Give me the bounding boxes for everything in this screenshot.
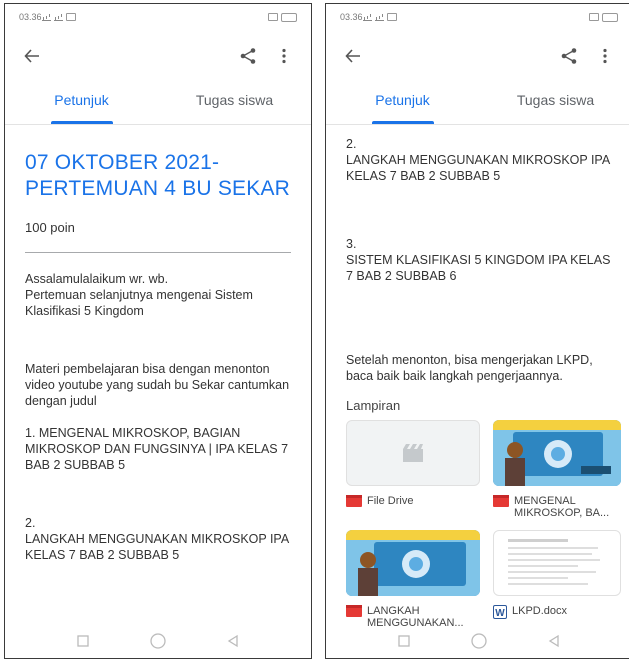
battery-icon: [602, 12, 618, 22]
back-arrow-icon[interactable]: [340, 43, 366, 69]
attachment-lkpd-docx[interactable]: W LKPD.docx: [493, 530, 621, 619]
status-bar: 03.36: [326, 4, 629, 30]
assignment-content: 07 OKTOBER 2021-PERTEMUAN 4 BU SEKAR 100…: [25, 150, 301, 563]
youtube-icon: [493, 495, 509, 507]
instruction-paragraph: Materi pembelajaran bisa dengan menonton…: [25, 362, 290, 408]
video-thumbnail: [493, 420, 621, 486]
signal-icon: [53, 13, 63, 21]
system-nav-bar: [326, 624, 629, 658]
attachment-video-mengenal-mikroskop[interactable]: MENGENAL MIKROSKOP, BA...: [493, 420, 621, 519]
attachment-file-drive[interactable]: File Drive: [346, 420, 480, 507]
tab-tugas-siswa[interactable]: Tugas siswa: [158, 88, 311, 124]
attachment-label: File Drive: [367, 495, 414, 507]
instruction-paragraph: 1. MENGENAL MIKROSKOP, BAGIAN MIKROSKOP …: [25, 426, 289, 472]
instruction-paragraph: Setelah menonton, bisa mengerjakan LKPD,…: [346, 353, 593, 383]
signal-icon: [374, 13, 384, 21]
share-icon[interactable]: [235, 43, 261, 69]
notification-icon: [386, 13, 397, 21]
tab-petunjuk[interactable]: Petunjuk: [5, 88, 158, 124]
tab-petunjuk[interactable]: Petunjuk: [326, 88, 479, 124]
status-time: 03.36: [19, 12, 42, 22]
back-arrow-icon[interactable]: [19, 43, 45, 69]
clapper-icon: [403, 444, 423, 462]
battery-icon: [281, 12, 297, 22]
alarm-icon: [589, 13, 599, 21]
tab-tugas-siswa[interactable]: Tugas siswa: [479, 88, 629, 124]
signal-icon: [362, 13, 372, 21]
home-icon[interactable]: [466, 628, 492, 654]
tab-bar: Petunjuk Tugas siswa: [326, 88, 629, 125]
document-thumbnail: [493, 530, 621, 596]
status-time: 03.36: [340, 12, 363, 22]
status-bar: 03.36: [5, 4, 311, 30]
instruction-paragraph: Assalamulalaikum wr. wb. Pertemuan selan…: [25, 272, 253, 318]
home-icon[interactable]: [145, 628, 171, 654]
youtube-icon: [346, 605, 362, 617]
signal-icon: [41, 13, 51, 21]
more-options-icon[interactable]: [271, 43, 297, 69]
tab-bar: Petunjuk Tugas siswa: [5, 88, 311, 125]
system-nav-bar: [5, 624, 311, 658]
instruction-paragraph: 2. LANGKAH MENGGUNAKAN MIKROSKOP IPA KEL…: [25, 516, 289, 562]
assignment-title: 07 OKTOBER 2021-PERTEMUAN 4 BU SEKAR: [25, 151, 291, 200]
more-options-icon[interactable]: [592, 43, 618, 69]
notification-icon: [65, 13, 76, 21]
file-thumbnail: [346, 420, 480, 486]
app-bar: [326, 40, 629, 72]
word-doc-icon: W: [493, 605, 507, 619]
instruction-paragraph: 2. LANGKAH MENGGUNAKAN MIKROSKOP IPA KEL…: [346, 137, 610, 183]
back-nav-icon[interactable]: [541, 628, 567, 654]
attachment-video-langkah-menggunakan[interactable]: LANGKAH MENGGUNAKAN...: [346, 530, 480, 629]
share-icon[interactable]: [556, 43, 582, 69]
video-thumbnail: [346, 530, 480, 596]
attachment-label: MENGENAL MIKROSKOP, BA...: [514, 495, 610, 519]
phone-screen-right: 03.36 Petunjuk Tugas siswa 2. LANGKAH ME…: [325, 3, 629, 659]
app-bar: [5, 40, 311, 72]
divider: [25, 252, 291, 253]
alarm-icon: [268, 13, 278, 21]
attachments-heading: Lampiran: [346, 398, 401, 413]
points-label: 100 poin: [25, 220, 75, 235]
video-file-icon: [346, 495, 362, 507]
phone-screen-left: 03.36 Petunjuk Tugas siswa 07 OKTOBER 20…: [4, 3, 312, 659]
recents-icon[interactable]: [391, 628, 417, 654]
recents-icon[interactable]: [70, 628, 96, 654]
svg-text:W: W: [495, 608, 505, 619]
instruction-paragraph: 3. SISTEM KLASIFIKASI 5 KINGDOM IPA KELA…: [346, 237, 611, 283]
attachment-label: LKPD.docx: [512, 605, 568, 617]
back-nav-icon[interactable]: [220, 628, 246, 654]
